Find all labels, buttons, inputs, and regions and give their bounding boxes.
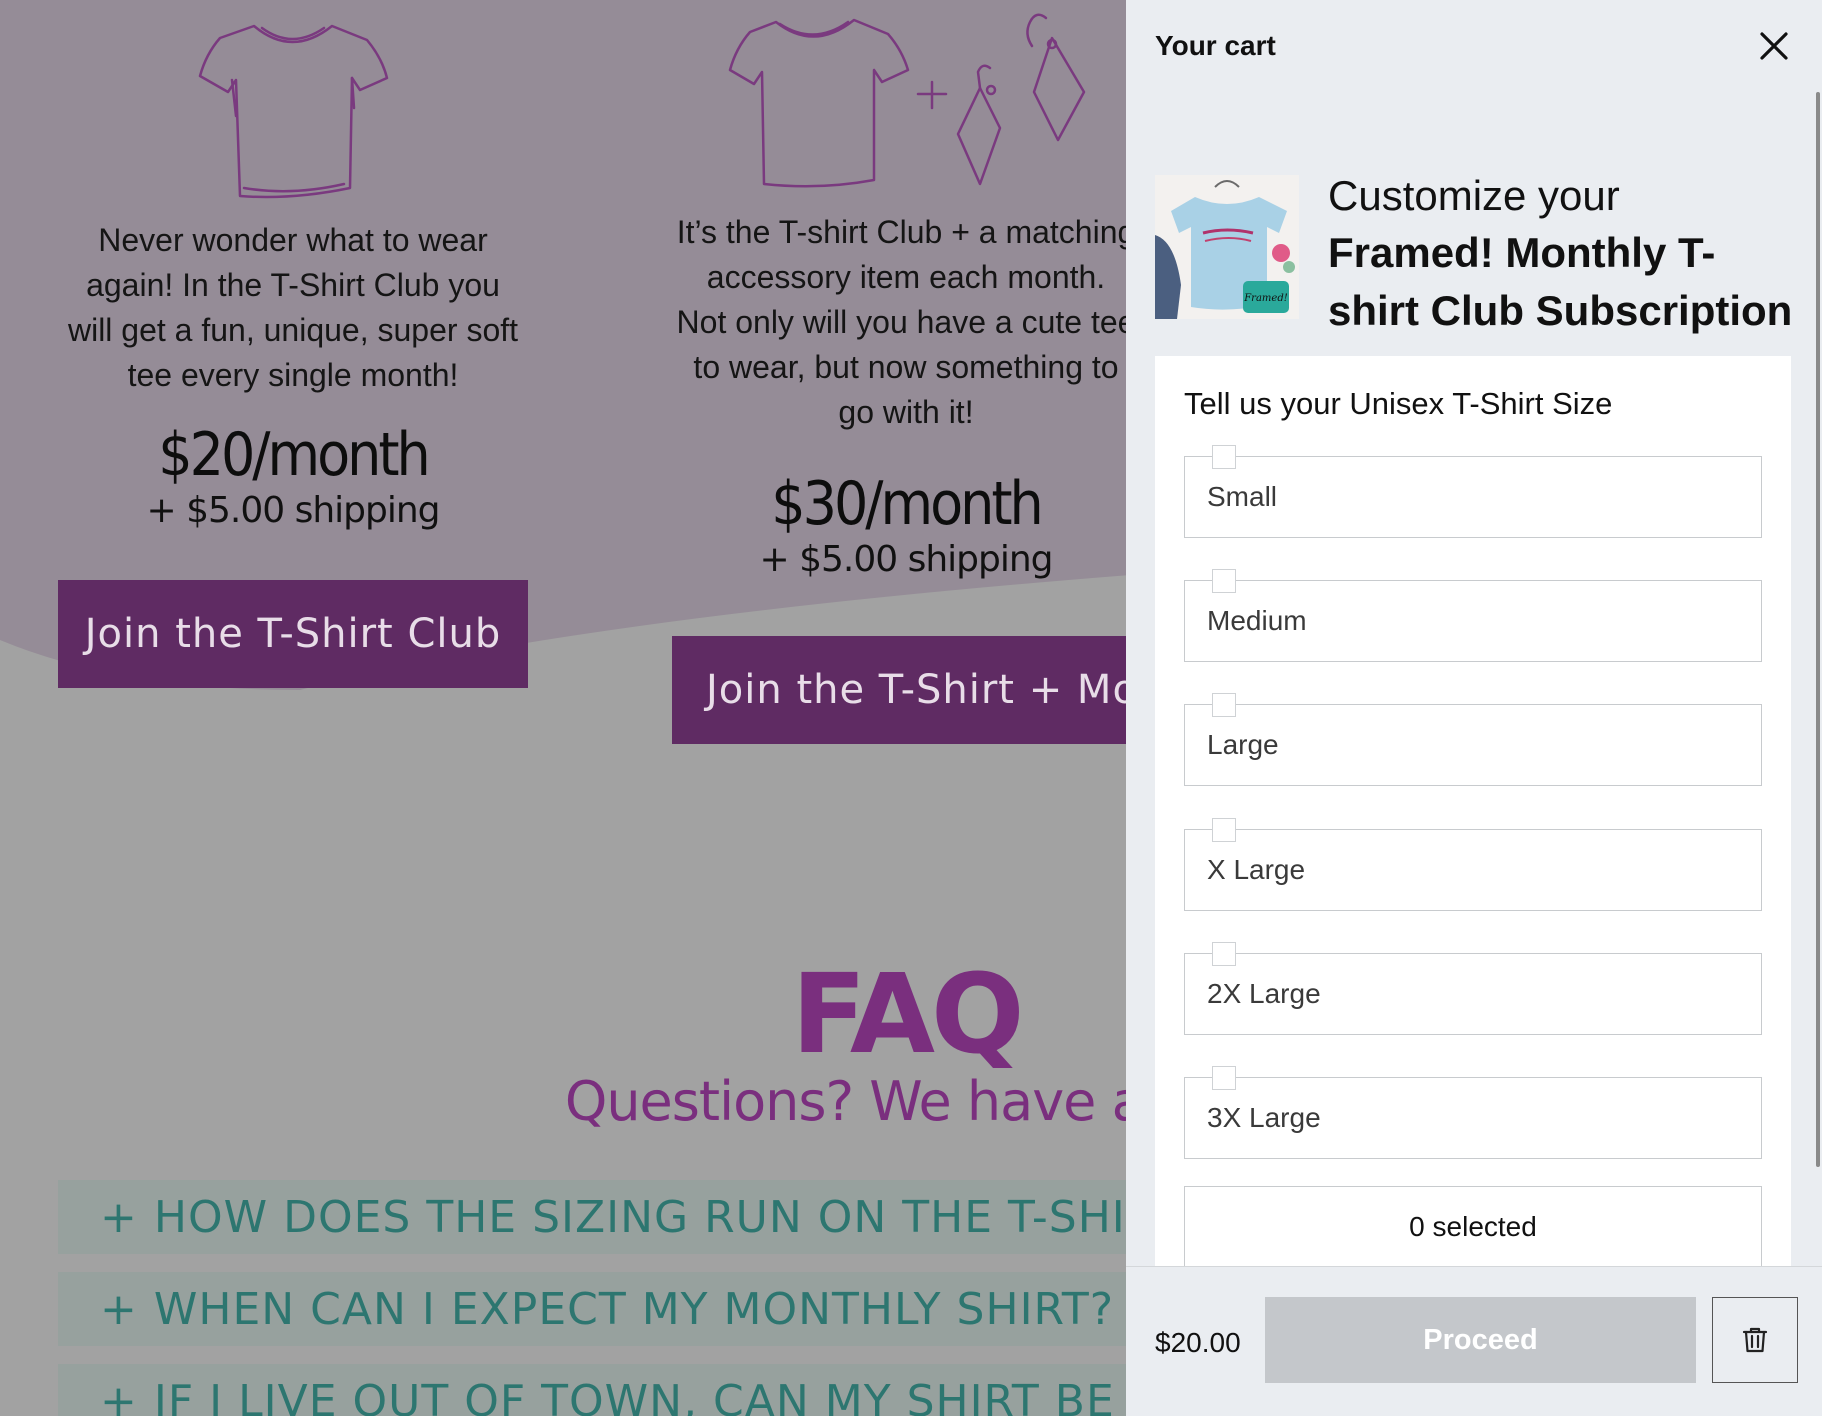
faq-question: HOW DOES THE SIZING RUN ON THE T-SHIRTS? bbox=[153, 1191, 1128, 1243]
plan-tshirt-club: Never wonder what to wear again! In the … bbox=[58, 218, 528, 531]
proceed-button[interactable]: Proceed bbox=[1265, 1297, 1696, 1383]
cart-footer: $20.00 Proceed bbox=[1126, 1266, 1822, 1416]
product-image: Framed! bbox=[1155, 175, 1299, 319]
size-option-medium[interactable]: Medium bbox=[1184, 569, 1762, 662]
plus-icon: + bbox=[100, 1191, 138, 1243]
tshirt-plus-earrings-icon bbox=[728, 13, 1086, 188]
faq-question: IF I LIVE OUT OF TOWN, CAN MY SHIRT BE S… bbox=[153, 1375, 1128, 1416]
product-heading-prefix: Customize your bbox=[1328, 172, 1620, 219]
plus-icon: + bbox=[100, 1283, 138, 1335]
plan-description-line: tee every single month! bbox=[127, 357, 459, 393]
size-option-label: Small bbox=[1207, 481, 1278, 512]
faq-question: WHEN CAN I EXPECT MY MONTHLY SHIRT? bbox=[153, 1283, 1115, 1335]
plus-icon: + bbox=[100, 1375, 138, 1416]
size-option-label: 2X Large bbox=[1207, 978, 1321, 1009]
plan-description-line: will get a fun, unique, super soft bbox=[67, 312, 519, 348]
cart-title: Your cart bbox=[1155, 30, 1276, 61]
checkbox[interactable] bbox=[1212, 942, 1236, 966]
checkbox[interactable] bbox=[1212, 1066, 1236, 1090]
plan-price: $20/month bbox=[158, 420, 430, 490]
join-tshirt-club-button[interactable]: Join the T-Shirt Club bbox=[58, 580, 528, 688]
product-image-logo: Framed! bbox=[1243, 293, 1288, 304]
options-heading: Tell us your Unisex T-Shirt Size bbox=[1184, 386, 1613, 421]
size-option-2x-large[interactable]: 2X Large bbox=[1184, 942, 1762, 1035]
tshirt-icon bbox=[198, 24, 389, 199]
remove-item-button[interactable] bbox=[1712, 1297, 1798, 1383]
plan-description-line: It’s the T-shirt Club + a matching bbox=[676, 214, 1136, 250]
join-tshirt-plus-more-button[interactable]: Join the T-Shirt + More bbox=[672, 636, 1132, 744]
plan-description-line: Not only will you have a cute tee bbox=[676, 304, 1136, 340]
trash-icon bbox=[1742, 1327, 1768, 1353]
faq-item[interactable]: + IF I LIVE OUT OF TOWN, CAN MY SHIRT BE… bbox=[58, 1364, 1128, 1416]
checkbox[interactable] bbox=[1212, 569, 1236, 593]
size-option-x-large[interactable]: X Large bbox=[1184, 818, 1762, 911]
scrollbar[interactable] bbox=[1816, 92, 1820, 1167]
checkbox[interactable] bbox=[1212, 445, 1236, 469]
plan-description-line: again! In the T-Shirt Club you bbox=[86, 267, 500, 303]
size-option-small[interactable]: Small bbox=[1184, 445, 1762, 538]
size-option-label: Medium bbox=[1207, 605, 1307, 636]
faq-item[interactable]: + HOW DOES THE SIZING RUN ON THE T-SHIRT… bbox=[58, 1180, 1128, 1254]
plan-description-line: Never wonder what to wear bbox=[98, 222, 488, 258]
size-options-card: Tell us your Unisex T-Shirt Size Small M… bbox=[1155, 356, 1791, 1268]
size-option-label: Large bbox=[1207, 729, 1279, 760]
selected-count: 0 selected bbox=[1184, 1186, 1762, 1268]
product-thumbnail: Framed! bbox=[1155, 175, 1299, 319]
size-option-large[interactable]: Large bbox=[1184, 693, 1762, 786]
checkbox[interactable] bbox=[1212, 693, 1236, 717]
plan-description-line: to wear, but now something to bbox=[693, 349, 1119, 385]
plan-shipping: + $5.00 shipping bbox=[759, 539, 1053, 580]
plan-description-line: go with it! bbox=[838, 394, 974, 430]
plan-description: Never wonder what to wear again! In the … bbox=[58, 218, 528, 398]
plan-price: $30/month bbox=[771, 469, 1043, 539]
close-icon[interactable] bbox=[1754, 26, 1794, 66]
size-option-label: 3X Large bbox=[1207, 1102, 1321, 1133]
plan-description-line: accessory item each month. bbox=[706, 259, 1106, 295]
plan-description: It’s the T-shirt Club + a matching acces… bbox=[672, 210, 1140, 435]
faq-item[interactable]: + WHEN CAN I EXPECT MY MONTHLY SHIRT? bbox=[58, 1272, 1128, 1346]
size-option-3x-large[interactable]: 3X Large bbox=[1184, 1066, 1762, 1159]
checkbox[interactable] bbox=[1212, 818, 1236, 842]
product-name: Framed! Monthly T-shirt Club Subscriptio… bbox=[1328, 229, 1793, 334]
cart-total: $20.00 bbox=[1155, 1327, 1241, 1358]
plan-tshirt-plus-more: It’s the T-shirt Club + a matching acces… bbox=[672, 210, 1140, 580]
size-option-label: X Large bbox=[1207, 854, 1306, 885]
plan-shipping: + $5.00 shipping bbox=[146, 490, 440, 531]
product-heading: Customize your Framed! Monthly T-shirt C… bbox=[1328, 168, 1798, 340]
cart-drawer: Your cart Framed! Customize your Framed!… bbox=[1126, 0, 1822, 1416]
